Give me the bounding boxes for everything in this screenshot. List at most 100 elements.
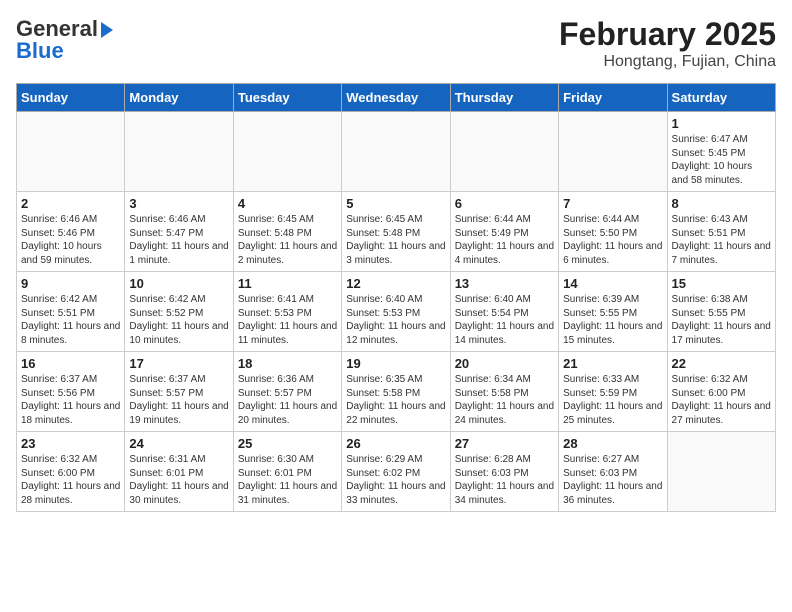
day-number: 10: [129, 276, 228, 291]
day-number: 12: [346, 276, 445, 291]
day-number: 27: [455, 436, 554, 451]
cell-info: Sunrise: 6:45 AM Sunset: 5:48 PM Dayligh…: [238, 213, 337, 267]
day-number: 26: [346, 436, 445, 451]
day-number: 19: [346, 356, 445, 371]
cell-info: Sunrise: 6:46 AM Sunset: 5:47 PM Dayligh…: [129, 213, 228, 267]
cell-info: Sunrise: 6:32 AM Sunset: 6:00 PM Dayligh…: [21, 453, 120, 507]
table-row: 21 Sunrise: 6:33 AM Sunset: 5:59 PM Dayli…: [559, 352, 667, 432]
col-friday: Friday: [559, 84, 667, 112]
col-sunday: Sunday: [17, 84, 125, 112]
cell-info: Sunrise: 6:37 AM Sunset: 5:56 PM Dayligh…: [21, 373, 120, 427]
logo-blue: Blue: [16, 38, 64, 64]
day-number: 21: [563, 356, 662, 371]
day-number: 15: [672, 276, 771, 291]
title-block: February 2025 Hongtang, Fujian, China: [559, 16, 776, 71]
day-number: 17: [129, 356, 228, 371]
day-number: 4: [238, 196, 337, 211]
table-row: 27 Sunrise: 6:28 AM Sunset: 6:03 PM Dayli…: [450, 432, 558, 512]
table-row: 8 Sunrise: 6:43 AM Sunset: 5:51 PM Daylig…: [667, 192, 775, 272]
table-row: 17 Sunrise: 6:37 AM Sunset: 5:57 PM Dayli…: [125, 352, 233, 432]
table-row: 22Sunrise: 6:32 AM Sunset: 6:00 PM Dayli…: [667, 352, 775, 432]
calendar-week-row: 1Sunrise: 6:47 AM Sunset: 5:45 PM Daylig…: [17, 112, 776, 192]
table-row: 19 Sunrise: 6:35 AM Sunset: 5:58 PM Dayli…: [342, 352, 450, 432]
table-row: 13 Sunrise: 6:40 AM Sunset: 5:54 PM Dayli…: [450, 272, 558, 352]
calendar-week-row: 9 Sunrise: 6:42 AM Sunset: 5:51 PM Daylig…: [17, 272, 776, 352]
cell-info: Sunrise: 6:47 AM Sunset: 5:45 PM Dayligh…: [672, 133, 771, 187]
cell-info: Sunrise: 6:44 AM Sunset: 5:50 PM Dayligh…: [563, 213, 662, 267]
page-subtitle: Hongtang, Fujian, China: [559, 53, 776, 71]
table-row: [342, 112, 450, 192]
cell-info: Sunrise: 6:39 AM Sunset: 5:55 PM Dayligh…: [563, 293, 662, 347]
cell-info: Sunrise: 6:28 AM Sunset: 6:03 PM Dayligh…: [455, 453, 554, 507]
table-row: 18Sunrise: 6:36 AM Sunset: 5:57 PM Dayli…: [233, 352, 341, 432]
table-row: 7 Sunrise: 6:44 AM Sunset: 5:50 PM Daylig…: [559, 192, 667, 272]
calendar-week-row: 2 Sunrise: 6:46 AM Sunset: 5:46 PM Daylig…: [17, 192, 776, 272]
day-number: 25: [238, 436, 337, 451]
table-row: 9 Sunrise: 6:42 AM Sunset: 5:51 PM Daylig…: [17, 272, 125, 352]
day-number: 20: [455, 356, 554, 371]
col-thursday: Thursday: [450, 84, 558, 112]
table-row: 26 Sunrise: 6:29 AM Sunset: 6:02 PM Dayli…: [342, 432, 450, 512]
day-number: 11: [238, 276, 337, 291]
col-wednesday: Wednesday: [342, 84, 450, 112]
cell-info: Sunrise: 6:46 AM Sunset: 5:46 PM Dayligh…: [21, 213, 120, 267]
table-row: 15 Sunrise: 6:38 AM Sunset: 5:55 PM Dayli…: [667, 272, 775, 352]
table-row: 28Sunrise: 6:27 AM Sunset: 6:03 PM Dayli…: [559, 432, 667, 512]
table-row: 25 Sunrise: 6:30 AM Sunset: 6:01 PM Dayli…: [233, 432, 341, 512]
day-number: 24: [129, 436, 228, 451]
cell-info: Sunrise: 6:41 AM Sunset: 5:53 PM Dayligh…: [238, 293, 337, 347]
day-number: 9: [21, 276, 120, 291]
col-saturday: Saturday: [667, 84, 775, 112]
cell-info: Sunrise: 6:37 AM Sunset: 5:57 PM Dayligh…: [129, 373, 228, 427]
calendar-header-row: Sunday Monday Tuesday Wednesday Thursday…: [17, 84, 776, 112]
day-number: 13: [455, 276, 554, 291]
cell-info: Sunrise: 6:42 AM Sunset: 5:52 PM Dayligh…: [129, 293, 228, 347]
table-row: [559, 112, 667, 192]
day-number: 16: [21, 356, 120, 371]
table-row: 23 Sunrise: 6:32 AM Sunset: 6:00 PM Dayli…: [17, 432, 125, 512]
table-row: 10 Sunrise: 6:42 AM Sunset: 5:52 PM Dayli…: [125, 272, 233, 352]
col-monday: Monday: [125, 84, 233, 112]
cell-info: Sunrise: 6:44 AM Sunset: 5:49 PM Dayligh…: [455, 213, 554, 267]
cell-info: Sunrise: 6:40 AM Sunset: 5:54 PM Dayligh…: [455, 293, 554, 347]
table-row: 12 Sunrise: 6:40 AM Sunset: 5:53 PM Dayli…: [342, 272, 450, 352]
table-row: [125, 112, 233, 192]
table-row: [17, 112, 125, 192]
table-row: 24Sunrise: 6:31 AM Sunset: 6:01 PM Dayli…: [125, 432, 233, 512]
table-row: 1Sunrise: 6:47 AM Sunset: 5:45 PM Daylig…: [667, 112, 775, 192]
calendar-week-row: 16 Sunrise: 6:37 AM Sunset: 5:56 PM Dayli…: [17, 352, 776, 432]
table-row: [667, 432, 775, 512]
table-row: [233, 112, 341, 192]
table-row: 6 Sunrise: 6:44 AM Sunset: 5:49 PM Daylig…: [450, 192, 558, 272]
page-title: February 2025: [559, 16, 776, 53]
cell-info: Sunrise: 6:27 AM Sunset: 6:03 PM Dayligh…: [563, 453, 662, 507]
day-number: 5: [346, 196, 445, 211]
cell-info: Sunrise: 6:34 AM Sunset: 5:58 PM Dayligh…: [455, 373, 554, 427]
page-header: General Blue February 2025 Hongtang, Fuj…: [16, 16, 776, 71]
calendar-week-row: 23 Sunrise: 6:32 AM Sunset: 6:00 PM Dayli…: [17, 432, 776, 512]
table-row: 16 Sunrise: 6:37 AM Sunset: 5:56 PM Dayli…: [17, 352, 125, 432]
table-row: 3Sunrise: 6:46 AM Sunset: 5:47 PM Daylig…: [125, 192, 233, 272]
cell-info: Sunrise: 6:42 AM Sunset: 5:51 PM Dayligh…: [21, 293, 120, 347]
day-number: 23: [21, 436, 120, 451]
cell-info: Sunrise: 6:30 AM Sunset: 6:01 PM Dayligh…: [238, 453, 337, 507]
cell-info: Sunrise: 6:38 AM Sunset: 5:55 PM Dayligh…: [672, 293, 771, 347]
cell-info: Sunrise: 6:43 AM Sunset: 5:51 PM Dayligh…: [672, 213, 771, 267]
table-row: [450, 112, 558, 192]
day-number: 18: [238, 356, 337, 371]
day-number: 2: [21, 196, 120, 211]
day-number: 14: [563, 276, 662, 291]
day-number: 8: [672, 196, 771, 211]
cell-info: Sunrise: 6:33 AM Sunset: 5:59 PM Dayligh…: [563, 373, 662, 427]
col-tuesday: Tuesday: [233, 84, 341, 112]
day-number: 7: [563, 196, 662, 211]
table-row: 4 Sunrise: 6:45 AM Sunset: 5:48 PM Daylig…: [233, 192, 341, 272]
cell-info: Sunrise: 6:40 AM Sunset: 5:53 PM Dayligh…: [346, 293, 445, 347]
cell-info: Sunrise: 6:29 AM Sunset: 6:02 PM Dayligh…: [346, 453, 445, 507]
cell-info: Sunrise: 6:35 AM Sunset: 5:58 PM Dayligh…: [346, 373, 445, 427]
table-row: 14 Sunrise: 6:39 AM Sunset: 5:55 PM Dayli…: [559, 272, 667, 352]
logo: General Blue: [16, 16, 113, 64]
day-number: 22: [672, 356, 771, 371]
table-row: 20 Sunrise: 6:34 AM Sunset: 5:58 PM Dayli…: [450, 352, 558, 432]
day-number: 6: [455, 196, 554, 211]
